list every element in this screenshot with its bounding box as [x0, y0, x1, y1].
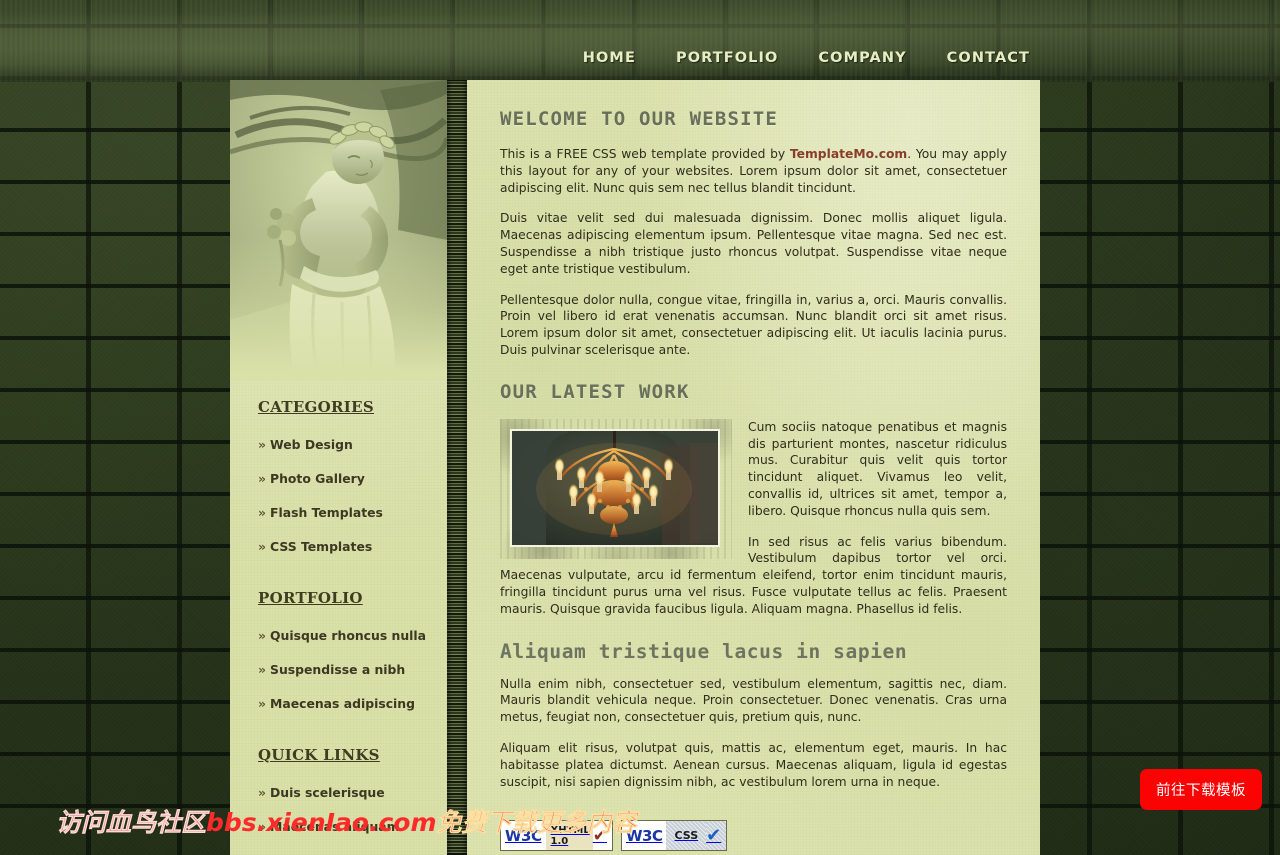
list-item[interactable]: »Vestibulum quis pede	[258, 850, 447, 855]
header-banner: HOME PORTFOLIO COMPANY CONTACT	[0, 0, 1280, 82]
sidebar-heading-quick-links: QUICK LINKS	[258, 746, 380, 764]
sidebar-list-categories: » Web Design » Photo Gallery » Flash Templa…	[258, 434, 447, 555]
list-item[interactable]: » Flash Templates	[258, 502, 447, 521]
chevron-right-icon: »	[258, 437, 267, 452]
chevron-right-icon: »	[258, 539, 267, 554]
w3c-xhtml-badge[interactable]: W3C XHTML 1.0 ✔	[500, 820, 613, 852]
section-latest-work: OUR LATEST WORK Cum sociis natoque penat…	[500, 381, 1007, 618]
list-item[interactable]: » Web Design	[258, 434, 447, 453]
welcome-paragraph-1: This is a FREE CSS web template provided…	[500, 146, 1007, 196]
list-item[interactable]: » Suspendisse a nibh	[258, 659, 447, 678]
checkmark-icon: ✔	[592, 825, 607, 846]
sidebar-item-label: Maecenas aliquam	[270, 819, 400, 834]
sidebar-item-label: CSS Templates	[270, 539, 373, 554]
nav-item-home[interactable]: HOME	[583, 50, 636, 66]
sidebar-item-label: Quisque rhoncus nulla	[270, 628, 427, 643]
w3c-css-badge[interactable]: W3C CSS ✔	[620, 820, 728, 852]
css-badge-label: CSS	[666, 821, 707, 851]
welcome-text-before: This is a FREE CSS web template provided…	[500, 147, 790, 161]
download-template-button[interactable]: 前往下载模板	[1140, 769, 1262, 810]
sidebar-item-photo-gallery[interactable]: » Photo Gallery	[258, 471, 365, 486]
latest-work-heading: OUR LATEST WORK	[500, 380, 690, 403]
sidebar-item-label: Photo Gallery	[270, 471, 365, 486]
w3c-logo-icon: W3C	[501, 821, 546, 851]
nav-item-company[interactable]: COMPANY	[818, 50, 906, 66]
sidebar-item-suspendisse-a-nibh[interactable]: » Suspendisse a nibh	[258, 662, 405, 677]
welcome-paragraph-2: Duis vitae velit sed dui malesuada digni…	[500, 211, 1007, 276]
sidebar-list-quick-links: »Duis scelerisque »Maecenas aliquam »Ves…	[258, 782, 447, 855]
page-title: WELCOME TO OUR WEBSITE	[500, 108, 779, 130]
sidebar-item-label: Suspendisse a nibh	[270, 662, 406, 677]
sidebar-item-label: Web Design	[270, 437, 353, 452]
xhtml-badge-line2: 1.0	[550, 835, 569, 847]
list-item[interactable]: » CSS Templates	[258, 536, 447, 555]
page-wrapper: CATEGORIES » Web Design » Photo Gallery » F…	[230, 80, 1040, 855]
chevron-right-icon: »	[258, 662, 267, 677]
templatemo-link[interactable]: TemplateMo.com	[790, 147, 907, 161]
nav-item-contact[interactable]: CONTACT	[947, 50, 1030, 66]
sidebar-item-label: Duis scelerisque	[270, 785, 385, 800]
list-item[interactable]: » Maecenas adipiscing	[258, 693, 447, 712]
sidebar-heading-categories: CATEGORIES	[258, 398, 374, 416]
sidebar-item-label: Flash Templates	[270, 505, 383, 520]
sidebar-item-label: Maecenas adipiscing	[270, 696, 415, 711]
sidebar-list-portfolio: » Quisque rhoncus nulla » Suspendisse a ni…	[258, 625, 447, 712]
sidebar-navigation: CATEGORIES » Web Design » Photo Gallery » F…	[230, 80, 447, 855]
sidebar-item-flash-templates[interactable]: » Flash Templates	[258, 505, 383, 520]
chevron-right-icon: »	[258, 785, 267, 800]
nav-item-portfolio[interactable]: PORTFOLIO	[676, 50, 778, 66]
latest-work-figure	[500, 418, 732, 559]
chevron-right-icon: »	[258, 505, 267, 520]
aliquam-heading: Aliquam tristique lacus in sapien	[500, 639, 908, 663]
chevron-right-icon: »	[258, 628, 267, 643]
sidebar-item-web-design[interactable]: » Web Design	[258, 437, 353, 452]
list-item[interactable]: » Quisque rhoncus nulla	[258, 625, 447, 644]
chandelier-image[interactable]	[510, 428, 720, 547]
sidebar-item-maecenas-adipiscing[interactable]: » Maecenas adipiscing	[258, 696, 415, 711]
sidebar-item-duis-scelerisque[interactable]: » Duis scelerisque	[258, 785, 385, 800]
checkmark-icon: ✔	[706, 821, 727, 851]
section-aliquam: Aliquam tristique lacus in sapien Nulla …	[500, 640, 1007, 791]
xhtml-badge-line1: XHTML	[550, 824, 590, 836]
sidebar-item-quisque-rhoncus-nulla[interactable]: » Quisque rhoncus nulla	[258, 628, 426, 643]
sidebar-item-css-templates[interactable]: » CSS Templates	[258, 539, 372, 554]
chevron-right-icon: »	[258, 471, 267, 486]
sidebar-heading-portfolio: PORTFOLIO	[258, 589, 363, 607]
validation-badges: W3C XHTML 1.0 ✔ W3C CSS ✔	[500, 804, 1007, 852]
vertical-divider	[447, 80, 467, 855]
sidebar: CATEGORIES » Web Design » Photo Gallery » F…	[230, 80, 447, 855]
chevron-right-icon: »	[258, 819, 267, 834]
list-item[interactable]: » Photo Gallery	[258, 468, 447, 487]
main-content: WELCOME TO OUR WEBSITE This is a FREE CS…	[467, 80, 1040, 855]
w3c-logo-icon: W3C	[621, 821, 667, 851]
xhtml-badge-label: XHTML 1.0	[545, 821, 593, 851]
section-welcome: WELCOME TO OUR WEBSITE This is a FREE CS…	[500, 108, 1007, 359]
welcome-paragraph-3: Pellentesque dolor nulla, congue vitae, …	[500, 292, 1007, 357]
list-item[interactable]: » Duis scelerisque	[258, 782, 447, 801]
aliquam-paragraph-1: Nulla enim nibh, consectetuer sed, vesti…	[500, 676, 1007, 725]
chevron-right-icon: »	[258, 696, 267, 711]
list-item[interactable]: » Maecenas aliquam	[258, 816, 447, 835]
main-navigation[interactable]: HOME PORTFOLIO COMPANY CONTACT	[583, 50, 1030, 66]
aliquam-paragraph-2: Aliquam elit risus, volutpat quis, matti…	[500, 740, 1007, 789]
sidebar-item-maecenas-aliquam[interactable]: » Maecenas aliquam	[258, 819, 400, 834]
